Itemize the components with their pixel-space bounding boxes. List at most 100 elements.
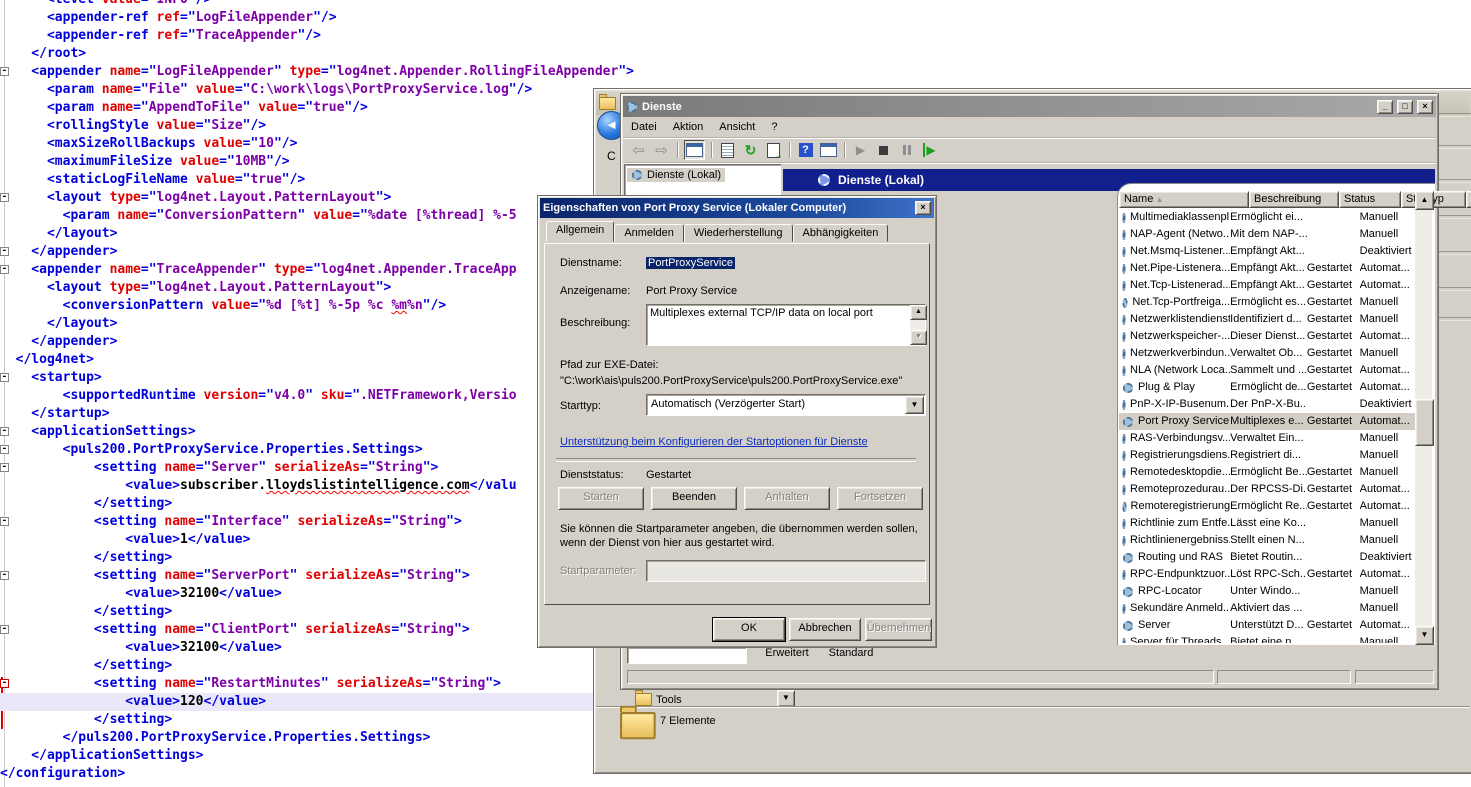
chevron-down-icon[interactable]: ▼	[777, 690, 795, 707]
fold-marker-icon[interactable]: -	[0, 679, 9, 688]
startup-type-combobox[interactable]: Automatisch (Verzögerter Start) ▼	[646, 394, 926, 416]
console-tree-icon[interactable]	[684, 140, 705, 160]
service-row[interactable]: Net.Tcp-Portfreiga...Ermöglicht es...Ges…	[1119, 294, 1415, 311]
scroll-down-icon[interactable]: ▼	[910, 330, 927, 345]
fold-marker-icon[interactable]: -	[0, 373, 9, 382]
code-line[interactable]: <appender-ref ref="TraceAppender"/>	[0, 27, 1471, 45]
fold-marker-icon[interactable]: -	[0, 625, 9, 634]
vertical-scrollbar[interactable]: ▲ ▼	[1415, 191, 1432, 645]
menu-item-aktion[interactable]: Aktion	[665, 119, 712, 135]
code-line[interactable]: <level value="INFO"/>	[0, 0, 1471, 9]
forward-icon[interactable]: ⇨	[652, 141, 671, 159]
code-line[interactable]: </root>	[0, 45, 1471, 63]
chevron-down-icon[interactable]: ▼	[905, 396, 924, 414]
service-row[interactable]: NetzwerklistendienstIdentifiziert d...Ge…	[1119, 311, 1415, 328]
show-hide-tree-icon[interactable]	[819, 141, 838, 159]
scroll-up-icon[interactable]: ▲	[910, 305, 927, 320]
properties-icon[interactable]	[718, 141, 737, 159]
menu-item-datei[interactable]: Datei	[623, 119, 665, 135]
service-row[interactable]: ServerUnterstützt D...GestartetAutomat..…	[1119, 617, 1415, 634]
service-row[interactable]: Port Proxy ServiceMultiplexes e...Gestar…	[1119, 413, 1415, 430]
tab-wiederherstellung[interactable]: Wiederherstellung	[684, 224, 793, 242]
fold-marker-icon[interactable]: -	[0, 193, 9, 202]
service-row[interactable]: Sekundäre Anmeld...Aktiviert das ...Manu…	[1119, 600, 1415, 617]
stop-service-icon[interactable]	[874, 141, 893, 159]
services-titlebar[interactable]: Dienste _ □ ×	[623, 96, 1436, 117]
start-service-icon[interactable]: ▶	[851, 141, 870, 159]
service-row[interactable]: NLA (Network Loca...Sammelt und ...Gesta…	[1119, 362, 1415, 379]
service-row[interactable]: Routing und RASBietet Routin...Deaktivie…	[1119, 549, 1415, 566]
service-row[interactable]: Net.Msmq-Listener...Empfängt Akt...Deakt…	[1119, 243, 1415, 260]
refresh-icon[interactable]: ↻	[741, 141, 760, 159]
service-gear-icon	[1122, 246, 1125, 256]
fold-marker-icon[interactable]: -	[0, 517, 9, 526]
export-list-icon[interactable]	[764, 141, 783, 159]
menu-item-ansicht[interactable]: Ansicht	[711, 119, 763, 135]
scroll-up-icon[interactable]: ▲	[1415, 191, 1434, 210]
column-header-anmelden-als[interactable]: Anmelden als	[1466, 191, 1471, 208]
service-gear-icon	[1122, 433, 1125, 443]
service-row[interactable]: PnP-X-IP-Busenum...Der PnP-X-Bu...Deakti…	[1119, 396, 1415, 413]
service-row[interactable]: RPC-LocatorUnter Windo...ManuellNetzwerk…	[1119, 583, 1415, 600]
cancel-button[interactable]: Abbrechen	[789, 618, 861, 641]
code-line[interactable]: <appender name="LogFileAppender" type="l…	[0, 63, 1471, 81]
service-row[interactable]: Remotedesktopdie...Ermöglicht Be...Gesta…	[1119, 464, 1415, 481]
tab-abhängigkeiten[interactable]: Abhängigkeiten	[793, 224, 889, 242]
pause-service-icon[interactable]	[897, 141, 916, 159]
service-row[interactable]: NAP-Agent (Netwo...Mit dem NAP-...Manuel…	[1119, 226, 1415, 243]
fold-marker-icon[interactable]: -	[0, 265, 9, 274]
service-gear-icon	[1122, 297, 1127, 307]
scroll-thumb[interactable]	[1415, 399, 1434, 446]
tree-item-dienste-lokal[interactable]: Dienste (Lokal)	[627, 168, 725, 182]
fold-marker-icon[interactable]: -	[0, 445, 9, 454]
service-row[interactable]: Server für Threads...Bietet eine n...Man…	[1119, 634, 1415, 643]
fold-marker-icon[interactable]: -	[0, 571, 9, 580]
help-icon[interactable]: ?	[796, 141, 815, 159]
back-icon[interactable]: ⇦	[629, 141, 648, 159]
tree-item-tools[interactable]: Tools	[635, 693, 682, 706]
description-scrollbar[interactable]: ▲ ▼	[910, 305, 925, 345]
minimize-button[interactable]: _	[1377, 100, 1393, 114]
ok-button[interactable]: OK	[713, 618, 785, 641]
service-row[interactable]: RemoteregistrierungErmöglicht Re...Gesta…	[1119, 498, 1415, 515]
stop-button[interactable]: Beenden	[651, 487, 737, 510]
service-row[interactable]: Netzwerkspeicher-...Dieser Dienst...Gest…	[1119, 328, 1415, 345]
service-row[interactable]: Remoteprozedurau...Der RPCSS-Di...Gestar…	[1119, 481, 1415, 498]
fold-marker-icon[interactable]: -	[0, 427, 9, 436]
fold-marker-icon[interactable]: -	[0, 67, 9, 76]
service-row[interactable]: Multimediaklassenpl...Ermöglicht ei...Ma…	[1119, 209, 1415, 226]
tab-allgemein[interactable]: Allgemein	[546, 221, 614, 242]
column-header-name[interactable]: Name ▲	[1119, 191, 1249, 208]
close-button[interactable]: ×	[1417, 100, 1433, 114]
close-icon[interactable]: ×	[915, 201, 931, 215]
service-row[interactable]: Netzwerkverbindun...Verwaltet Ob...Gesta…	[1119, 345, 1415, 362]
tab-anmelden[interactable]: Anmelden	[614, 224, 684, 242]
restart-service-icon[interactable]: ▶	[920, 141, 939, 159]
dialog-titlebar[interactable]: Eigenschaften von Port Proxy Service (Lo…	[540, 198, 934, 218]
filter-field[interactable]	[627, 647, 747, 664]
column-header-beschreibung[interactable]: Beschreibung	[1249, 191, 1339, 208]
description-field[interactable]: Multiplexes external TCP/IP data on loca…	[646, 304, 926, 346]
scroll-down-icon[interactable]: ▼	[1415, 626, 1434, 645]
column-header-status[interactable]: Status	[1339, 191, 1401, 208]
service-gear-icon	[1122, 263, 1125, 273]
service-row[interactable]: RAS-Verbindungsv...Verwaltet Ein...Manue…	[1119, 430, 1415, 447]
code-line[interactable]: <appender-ref ref="LogFileAppender"/>	[0, 9, 1471, 27]
maximize-button[interactable]: □	[1397, 100, 1413, 114]
startup-options-help-link[interactable]: Unterstützung beim Konfigurieren der Sta…	[560, 436, 868, 448]
code-line[interactable]: <value>120</value>	[0, 693, 599, 711]
service-row[interactable]: Richtlinienergebniss...Stellt einen N...…	[1119, 532, 1415, 549]
fold-marker-icon[interactable]: -	[0, 247, 9, 256]
service-row[interactable]: Plug & PlayErmöglicht de...GestartetAuto…	[1119, 379, 1415, 396]
address-fragment: C	[607, 149, 616, 163]
menu-item-?[interactable]: ?	[763, 119, 785, 135]
fold-marker-icon[interactable]: -	[0, 463, 9, 472]
service-row[interactable]: Net.Pipe-Listenera...Empfängt Akt...Gest…	[1119, 260, 1415, 277]
service-row[interactable]: Net.Tcp-Listenerad...Empfängt Akt...Gest…	[1119, 277, 1415, 294]
window-title: Dienste	[642, 101, 682, 113]
service-row[interactable]: Registrierungsdiens...Registriert di...M…	[1119, 447, 1415, 464]
tree-dropdown[interactable]: ▼	[773, 690, 795, 705]
explorer-right-band	[1438, 89, 1471, 689]
service-row[interactable]: RPC-Endpunktzuor...Löst RPC-Sch...Gestar…	[1119, 566, 1415, 583]
service-row[interactable]: Richtlinie zum Entfe...Lässt eine Ko...M…	[1119, 515, 1415, 532]
